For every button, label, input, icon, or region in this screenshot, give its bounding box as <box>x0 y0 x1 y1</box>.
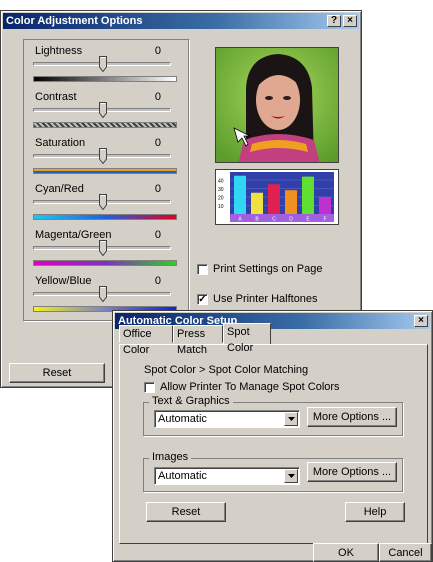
chevron-down-icon[interactable] <box>284 469 298 483</box>
auto-help-button[interactable]: Help <box>345 502 405 522</box>
lightness-label: Lightness <box>35 45 83 57</box>
lightness-color-strip <box>33 76 177 82</box>
color-adjustment-title: Color Adjustment Options <box>6 15 143 27</box>
chart-category-label: D <box>289 217 293 223</box>
saturation-value: 0 <box>154 137 161 149</box>
use-halftones-label: Use Printer Halftones <box>213 293 318 305</box>
saturation-slider-thumb[interactable] <box>99 148 107 165</box>
chevron-down-icon[interactable] <box>284 412 298 426</box>
lightness-slider-thumb[interactable] <box>99 56 107 73</box>
cyan-red-value: 0 <box>154 183 161 195</box>
yellow-blue-label: Yellow/Blue <box>35 275 92 287</box>
allow-spot-colors-label: Allow Printer To Manage Spot Colors <box>160 381 340 393</box>
lightness-value: 0 <box>154 45 161 57</box>
color-adjustment-titlebar: Color Adjustment Options ? × <box>3 13 359 29</box>
color-reset-button[interactable]: Reset <box>9 363 105 383</box>
saturation-color-strip <box>33 168 177 174</box>
tab-office-color[interactable]: Office Color <box>119 325 173 356</box>
text-graphics-select[interactable]: Automatic <box>154 410 300 428</box>
magenta-green-value: 0 <box>154 229 161 241</box>
chart-bar-f <box>319 197 331 214</box>
allow-spot-colors-checkbox[interactable] <box>144 382 155 393</box>
chart-bar-c <box>268 184 280 214</box>
print-settings-label: Print Settings on Page <box>213 263 323 275</box>
chart-category-label: F <box>323 217 326 223</box>
auto-reset-button[interactable]: Reset <box>146 502 226 522</box>
chart-bar-d <box>285 190 297 214</box>
chart-tick-label: 40 <box>218 179 224 185</box>
preview-chart: 40 30 20 10 A B C D E F <box>215 169 339 225</box>
magenta-green-color-strip <box>33 260 177 266</box>
magenta-green-slider-thumb[interactable] <box>99 240 107 257</box>
yellow-blue-value: 0 <box>154 275 161 287</box>
chart-tick-label: 30 <box>218 187 224 193</box>
chart-label-band <box>230 214 334 222</box>
contrast-label: Contrast <box>35 91 77 103</box>
chart-bar-e <box>302 176 314 214</box>
cyan-red-label: Cyan/Red <box>35 183 84 195</box>
images-value: Automatic <box>158 470 207 482</box>
automatic-color-dialog: Automatic Color Setup × Office Color Pre… <box>112 310 433 562</box>
close-title-button[interactable]: × <box>343 15 357 27</box>
cyan-red-slider-thumb[interactable] <box>99 194 107 211</box>
images-title: Images <box>149 451 192 463</box>
print-settings-checkbox[interactable] <box>197 264 208 275</box>
spot-color-subtitle: Spot Color > Spot Color Matching <box>144 364 309 376</box>
contrast-color-strip <box>33 122 177 128</box>
images-more-options-button[interactable]: More Options ... <box>307 462 397 482</box>
chart-bar-b <box>251 192 263 214</box>
saturation-label: Saturation <box>35 137 86 149</box>
yellow-blue-slider-thumb[interactable] <box>99 286 107 303</box>
ok-button[interactable]: OK <box>313 543 379 562</box>
help-title-button[interactable]: ? <box>327 15 341 27</box>
tab-spot-color[interactable]: Spot Color <box>223 323 271 354</box>
text-graphics-value: Automatic <box>158 413 207 425</box>
images-select[interactable]: Automatic <box>154 467 300 485</box>
chart-tick-label: 20 <box>218 196 224 202</box>
preview-photo <box>215 47 339 163</box>
chart-category-label: C <box>272 217 276 223</box>
contrast-value: 0 <box>154 91 161 103</box>
chart-bar-a <box>234 175 246 214</box>
tab-press-match[interactable]: Press Match <box>173 325 223 356</box>
text-graphics-title: Text & Graphics <box>149 395 233 407</box>
preview-chart-svg: 40302010A B C D E F <box>218 172 334 223</box>
contrast-slider-thumb[interactable] <box>99 102 107 119</box>
auto-close-button[interactable]: × <box>414 315 428 327</box>
use-halftones-checkbox[interactable]: ✓ <box>197 294 208 305</box>
text-graphics-more-options-button[interactable]: More Options ... <box>307 407 397 427</box>
cancel-button[interactable]: Cancel <box>379 543 432 562</box>
cyan-red-color-strip <box>33 214 177 220</box>
chart-tick-label: 10 <box>218 204 224 210</box>
